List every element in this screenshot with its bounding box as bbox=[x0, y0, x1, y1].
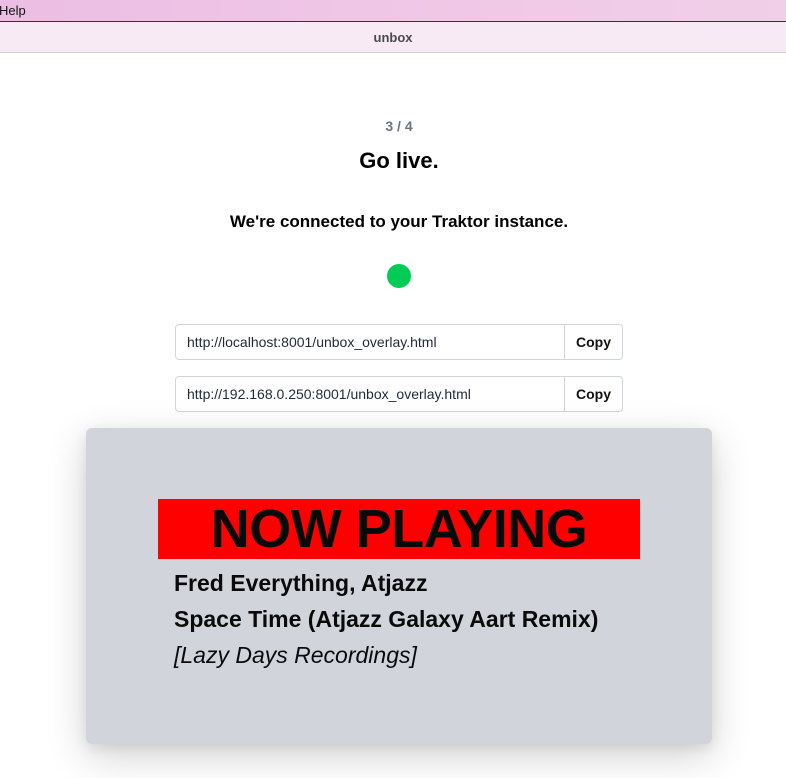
overlay-url-row-localhost: Copy bbox=[175, 324, 623, 360]
main-content: 3 / 4 Go live. We're connected to your T… bbox=[0, 53, 786, 778]
track-title: Space Time (Atjazz Galaxy Aart Remix) bbox=[174, 606, 599, 632]
track-artist: Fred Everything, Atjazz bbox=[174, 570, 428, 596]
menu-item-help[interactable]: Help bbox=[0, 3, 26, 18]
menu-bar: Help bbox=[0, 0, 786, 22]
page-title: Go live. bbox=[359, 148, 439, 173]
connection-status-indicator bbox=[387, 264, 411, 288]
window-titlebar: unbox bbox=[0, 22, 786, 53]
now-playing-banner: NOW PLAYING bbox=[158, 499, 640, 559]
connection-status-message: We're connected to your Traktor instance… bbox=[229, 212, 569, 231]
overlay-url-input-localhost[interactable] bbox=[176, 325, 564, 359]
overlay-preview-panel: NOW PLAYING Fred Everything, Atjazz Spac… bbox=[86, 428, 712, 744]
copy-button-localhost[interactable]: Copy bbox=[564, 325, 622, 359]
window-title: unbox bbox=[373, 30, 413, 45]
step-indicator: 3 / 4 bbox=[385, 118, 413, 134]
track-record-label: [Lazy Days Recordings] bbox=[174, 642, 417, 668]
copy-button-lan[interactable]: Copy bbox=[564, 377, 622, 411]
overlay-url-row-lan: Copy bbox=[175, 376, 623, 412]
overlay-url-input-lan[interactable] bbox=[176, 377, 564, 411]
